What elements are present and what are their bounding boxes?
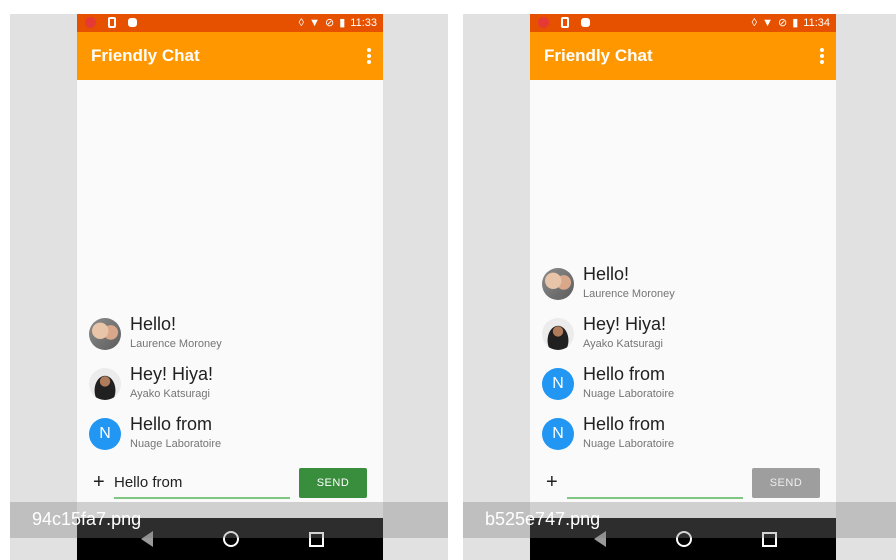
app-bar: Friendly Chat <box>530 32 836 80</box>
input-underline <box>567 497 743 499</box>
message-item: N Hello from Nuage Laboratoire <box>530 414 836 464</box>
phone-screen: ◊ ▼ ⊘ ▮ 11:33 Friendly Chat Hello! Laurence … <box>77 14 383 560</box>
message-input[interactable]: Hello from <box>114 474 182 491</box>
message-item: Hey! Hiya! Ayako Katsuragi <box>530 314 836 364</box>
message-list[interactable]: Hello! Laurence Moroney Hey! Hiya! Ayako… <box>530 264 836 464</box>
app-title: Friendly Chat <box>544 46 653 65</box>
send-button[interactable]: SEND <box>752 468 820 498</box>
screenshot-panel-right: ◊ ▼ ⊘ ▮ 11:34 Friendly Chat Hello! Laurence … <box>463 14 896 560</box>
avatar <box>89 368 121 400</box>
add-image-icon[interactable]: + <box>546 471 558 494</box>
message-text: Hey! Hiya! <box>583 314 667 334</box>
avatar: N <box>542 418 574 450</box>
record-dot-icon <box>85 17 96 28</box>
vibrate-icon: ◊ <box>298 17 305 29</box>
message-list[interactable]: Hello! Laurence Moroney Hey! Hiya! Ayako… <box>77 314 383 464</box>
screenshot-panel-left: ◊ ▼ ⊘ ▮ 11:33 Friendly Chat Hello! Laurence … <box>10 14 448 560</box>
phone-screen: ◊ ▼ ⊘ ▮ 11:34 Friendly Chat Hello! Laurence … <box>530 14 836 560</box>
more-vert-icon[interactable] <box>365 48 373 66</box>
add-image-icon[interactable]: + <box>93 471 105 494</box>
message-item: N Hello from Nuage Laboratoire <box>530 364 836 414</box>
message-text: Hello! <box>130 314 177 334</box>
no-sim-icon: ⊘ <box>325 17 335 29</box>
message-sender: Nuage Laboratoire <box>583 438 675 450</box>
message-text: Hello from <box>130 414 213 434</box>
message-sender: Laurence Moroney <box>583 288 675 300</box>
more-vert-icon[interactable] <box>818 48 826 66</box>
record-dot-icon <box>538 17 549 28</box>
message-text: Hello from <box>583 364 666 384</box>
wifi-icon: ▼ <box>309 17 320 29</box>
message-text: Hey! Hiya! <box>130 364 214 384</box>
status-bar: ◊ ▼ ⊘ ▮ 11:34 <box>530 14 836 32</box>
status-time: 11:33 <box>350 17 377 29</box>
caption-bar: b525e747.png <box>463 502 896 538</box>
send-button[interactable]: SEND <box>299 468 367 498</box>
battery-icon: ▮ <box>339 17 346 29</box>
message-sender: Ayako Katsuragi <box>130 388 210 400</box>
message-composer: + SEND <box>530 466 836 506</box>
no-sim-icon: ⊘ <box>778 17 788 29</box>
avatar <box>542 318 574 350</box>
message-sender: Nuage Laboratoire <box>130 438 222 450</box>
message-composer: + Hello from SEND <box>77 466 383 506</box>
avatar <box>542 268 574 300</box>
avatar: N <box>542 368 574 400</box>
notification-icon <box>581 18 590 27</box>
notification-icon <box>128 18 137 27</box>
message-sender: Laurence Moroney <box>130 338 222 350</box>
sim-icon <box>108 17 116 28</box>
vibrate-icon: ◊ <box>751 17 758 29</box>
message-item: Hello! Laurence Moroney <box>77 314 383 364</box>
avatar <box>89 318 121 350</box>
app-title: Friendly Chat <box>91 46 200 65</box>
avatar: N <box>89 418 121 450</box>
image-caption: b525e747.png <box>485 509 601 529</box>
message-sender: Nuage Laboratoire <box>583 388 675 400</box>
status-bar: ◊ ▼ ⊘ ▮ 11:33 <box>77 14 383 32</box>
message-item: Hello! Laurence Moroney <box>530 264 836 314</box>
sim-icon <box>561 17 569 28</box>
battery-icon: ▮ <box>792 17 799 29</box>
wifi-icon: ▼ <box>762 17 773 29</box>
message-text: Hello! <box>583 264 630 284</box>
message-item: Hey! Hiya! Ayako Katsuragi <box>77 364 383 414</box>
message-text: Hello from <box>583 414 666 434</box>
input-underline <box>114 497 290 499</box>
message-item: N Hello from Nuage Laboratoire <box>77 414 383 464</box>
image-caption: 94c15fa7.png <box>32 509 142 529</box>
message-sender: Ayako Katsuragi <box>583 338 663 350</box>
status-time: 11:34 <box>803 17 830 29</box>
app-bar: Friendly Chat <box>77 32 383 80</box>
caption-bar: 94c15fa7.png <box>10 502 448 538</box>
